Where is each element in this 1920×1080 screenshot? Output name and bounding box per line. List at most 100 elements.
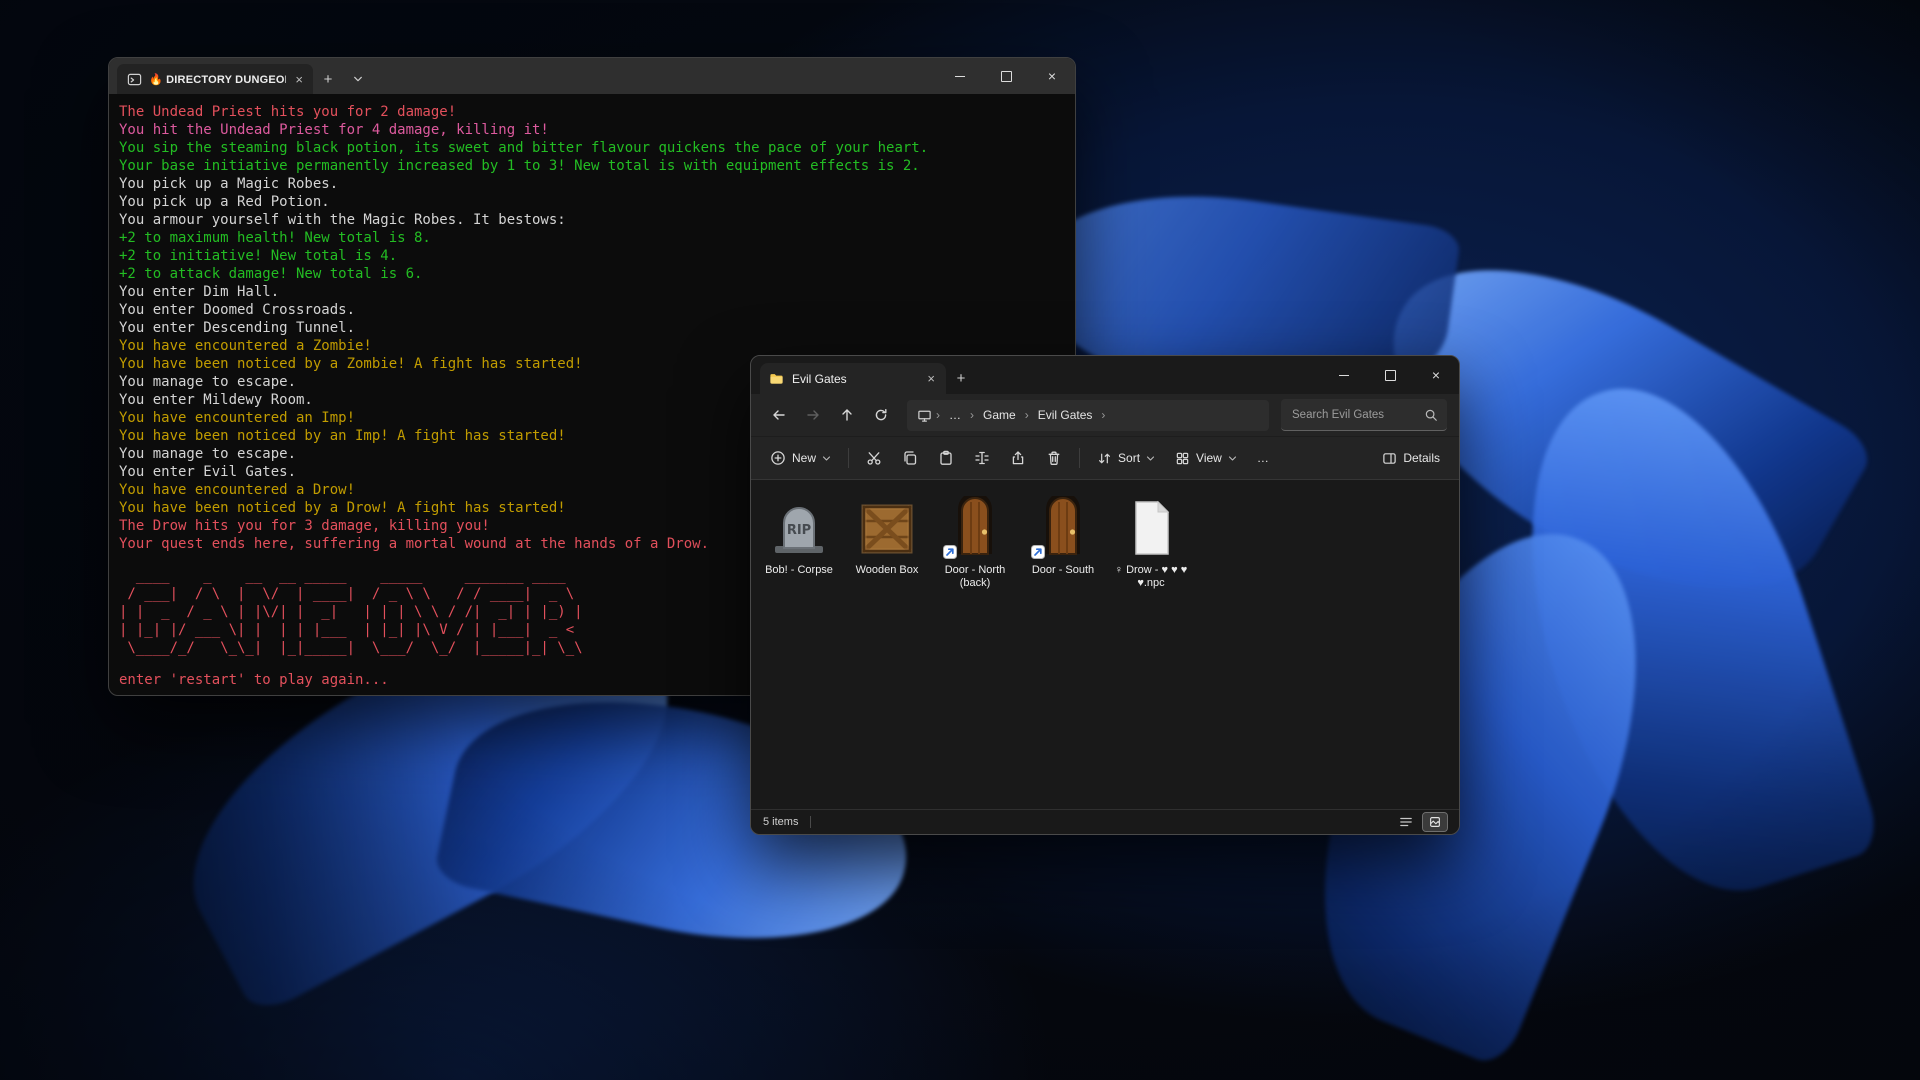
details-pane-button[interactable]: Details xyxy=(1373,442,1449,474)
sort-button[interactable]: Sort xyxy=(1088,442,1164,474)
crate-icon xyxy=(855,496,919,560)
forward-button[interactable] xyxy=(797,400,829,430)
view-button[interactable]: View xyxy=(1166,442,1246,474)
share-button[interactable] xyxy=(1001,442,1035,474)
door-icon xyxy=(1031,496,1095,560)
file-name: ♀ Drow - ♥ ♥ ♥ ♥.npc xyxy=(1109,564,1193,590)
search-box[interactable] xyxy=(1281,399,1447,431)
explorer-tab[interactable]: Evil Gates × xyxy=(760,363,946,394)
file-grid: Bob! - Corpse Wooden Box Door - North (bac… xyxy=(751,480,1459,606)
explorer-navbar: › … › Game › Evil Gates › xyxy=(751,394,1459,436)
explorer-tab-title: Evil Gates xyxy=(792,372,917,386)
large-icons-view-toggle[interactable] xyxy=(1423,813,1447,831)
details-view-toggle[interactable] xyxy=(1394,813,1418,831)
more-options-button[interactable]: … xyxy=(1248,442,1278,474)
terminal-caption-buttons: × xyxy=(937,58,1075,94)
terminal-tab[interactable]: 🔥 DIRECTORY DUNGEON 🔥 × xyxy=(117,64,313,94)
explorer-file-area[interactable]: Bob! - Corpse Wooden Box Door - North (bac… xyxy=(751,479,1459,809)
file-item[interactable]: Door - North (back) xyxy=(931,490,1019,596)
new-button-label: New xyxy=(792,451,816,465)
terminal-tab-title: 🔥 DIRECTORY DUNGEON 🔥 xyxy=(149,73,286,86)
explorer-statusbar: 5 items xyxy=(751,809,1459,834)
tab-close-icon[interactable]: × xyxy=(293,71,305,88)
file-item[interactable]: Wooden Box xyxy=(843,490,931,596)
file-item[interactable]: ♀ Drow - ♥ ♥ ♥ ♥.npc xyxy=(1107,490,1195,596)
terminal-titlebar[interactable]: 🔥 DIRECTORY DUNGEON 🔥 × + × xyxy=(109,58,1075,94)
cut-button[interactable] xyxy=(857,442,891,474)
terminal-line: You have encountered a Zombie! xyxy=(119,337,1065,355)
chevron-right-icon: › xyxy=(1023,408,1031,422)
close-button[interactable]: × xyxy=(1029,58,1075,94)
minimize-button[interactable] xyxy=(937,58,983,94)
sort-icon xyxy=(1097,451,1112,466)
breadcrumb-item-evil-gates[interactable]: Evil Gates xyxy=(1033,406,1098,424)
chevron-down-icon xyxy=(1228,454,1237,463)
tombstone-icon xyxy=(767,496,831,560)
view-icon xyxy=(1175,451,1190,466)
this-pc-icon xyxy=(917,408,932,423)
new-button[interactable]: New xyxy=(761,442,840,474)
file-name: Door - North (back) xyxy=(933,564,1017,590)
breadcrumb[interactable]: › … › Game › Evil Gates › xyxy=(907,400,1269,431)
minimize-icon xyxy=(955,76,965,77)
chevron-down-icon xyxy=(1146,454,1155,463)
folder-icon xyxy=(769,371,784,386)
rename-button[interactable] xyxy=(965,442,999,474)
terminal-line: You sip the steaming black potion, its s… xyxy=(119,139,1065,157)
new-plus-icon xyxy=(770,450,786,466)
refresh-button[interactable] xyxy=(865,400,897,430)
shortcut-arrow-icon xyxy=(943,545,957,559)
file-name: Wooden Box xyxy=(856,564,919,577)
minimize-icon xyxy=(1339,375,1349,376)
chevron-right-icon: › xyxy=(934,408,942,422)
file-explorer-window: Evil Gates × + × xyxy=(750,355,1460,835)
chevron-down-icon xyxy=(822,454,831,463)
copy-button[interactable] xyxy=(893,442,927,474)
explorer-caption-buttons: × xyxy=(1321,356,1459,394)
terminal-app-icon xyxy=(127,72,142,87)
terminal-line: +2 to initiative! New total is 4. xyxy=(119,247,1065,265)
door-icon xyxy=(943,496,1007,560)
terminal-line: You enter Descending Tunnel. xyxy=(119,319,1065,337)
separator xyxy=(810,816,811,828)
terminal-line: You enter Doomed Crossroads. xyxy=(119,301,1065,319)
terminal-line: You hit the Undead Priest for 4 damage, … xyxy=(119,121,1065,139)
separator xyxy=(1079,448,1080,468)
new-tab-button[interactable]: + xyxy=(313,64,343,94)
back-button[interactable] xyxy=(763,400,795,430)
file-name: Bob! - Corpse xyxy=(765,564,833,577)
maximize-button[interactable] xyxy=(983,58,1029,94)
terminal-line: Your base initiative permanently increas… xyxy=(119,157,1065,175)
maximize-icon xyxy=(1385,370,1396,381)
tab-dropdown-icon[interactable] xyxy=(343,64,373,94)
sort-button-label: Sort xyxy=(1118,451,1140,465)
delete-button[interactable] xyxy=(1037,442,1071,474)
file-name: Door - South xyxy=(1032,564,1094,577)
chevron-right-icon: › xyxy=(968,408,976,422)
file-item[interactable]: Bob! - Corpse xyxy=(755,490,843,596)
chevron-right-icon: › xyxy=(1099,408,1107,422)
terminal-line: The Undead Priest hits you for 2 damage! xyxy=(119,103,1065,121)
minimize-button[interactable] xyxy=(1321,356,1367,394)
file-item[interactable]: Door - South xyxy=(1019,490,1107,596)
maximize-button[interactable] xyxy=(1367,356,1413,394)
terminal-line: +2 to maximum health! New total is 8. xyxy=(119,229,1065,247)
shortcut-arrow-icon xyxy=(1031,545,1045,559)
details-pane-icon xyxy=(1382,451,1397,466)
terminal-line: You pick up a Red Potion. xyxy=(119,193,1065,211)
item-count: 5 items xyxy=(763,816,798,828)
up-button[interactable] xyxy=(831,400,863,430)
view-button-label: View xyxy=(1196,451,1222,465)
close-button[interactable]: × xyxy=(1413,356,1459,394)
paste-button[interactable] xyxy=(929,442,963,474)
search-input[interactable] xyxy=(1290,408,1418,422)
breadcrumb-item-game[interactable]: Game xyxy=(978,406,1021,424)
terminal-line: You armour yourself with the Magic Robes… xyxy=(119,211,1065,229)
file-icon xyxy=(1119,496,1183,560)
explorer-tabstrip[interactable]: Evil Gates × + × xyxy=(751,356,1459,394)
tab-close-icon[interactable]: × xyxy=(925,370,937,387)
desktop: 🔥 DIRECTORY DUNGEON 🔥 × + × The Undead P… xyxy=(0,0,1920,1080)
breadcrumb-overflow[interactable]: … xyxy=(944,406,966,424)
details-button-label: Details xyxy=(1403,451,1440,465)
new-tab-button[interactable]: + xyxy=(946,362,976,394)
